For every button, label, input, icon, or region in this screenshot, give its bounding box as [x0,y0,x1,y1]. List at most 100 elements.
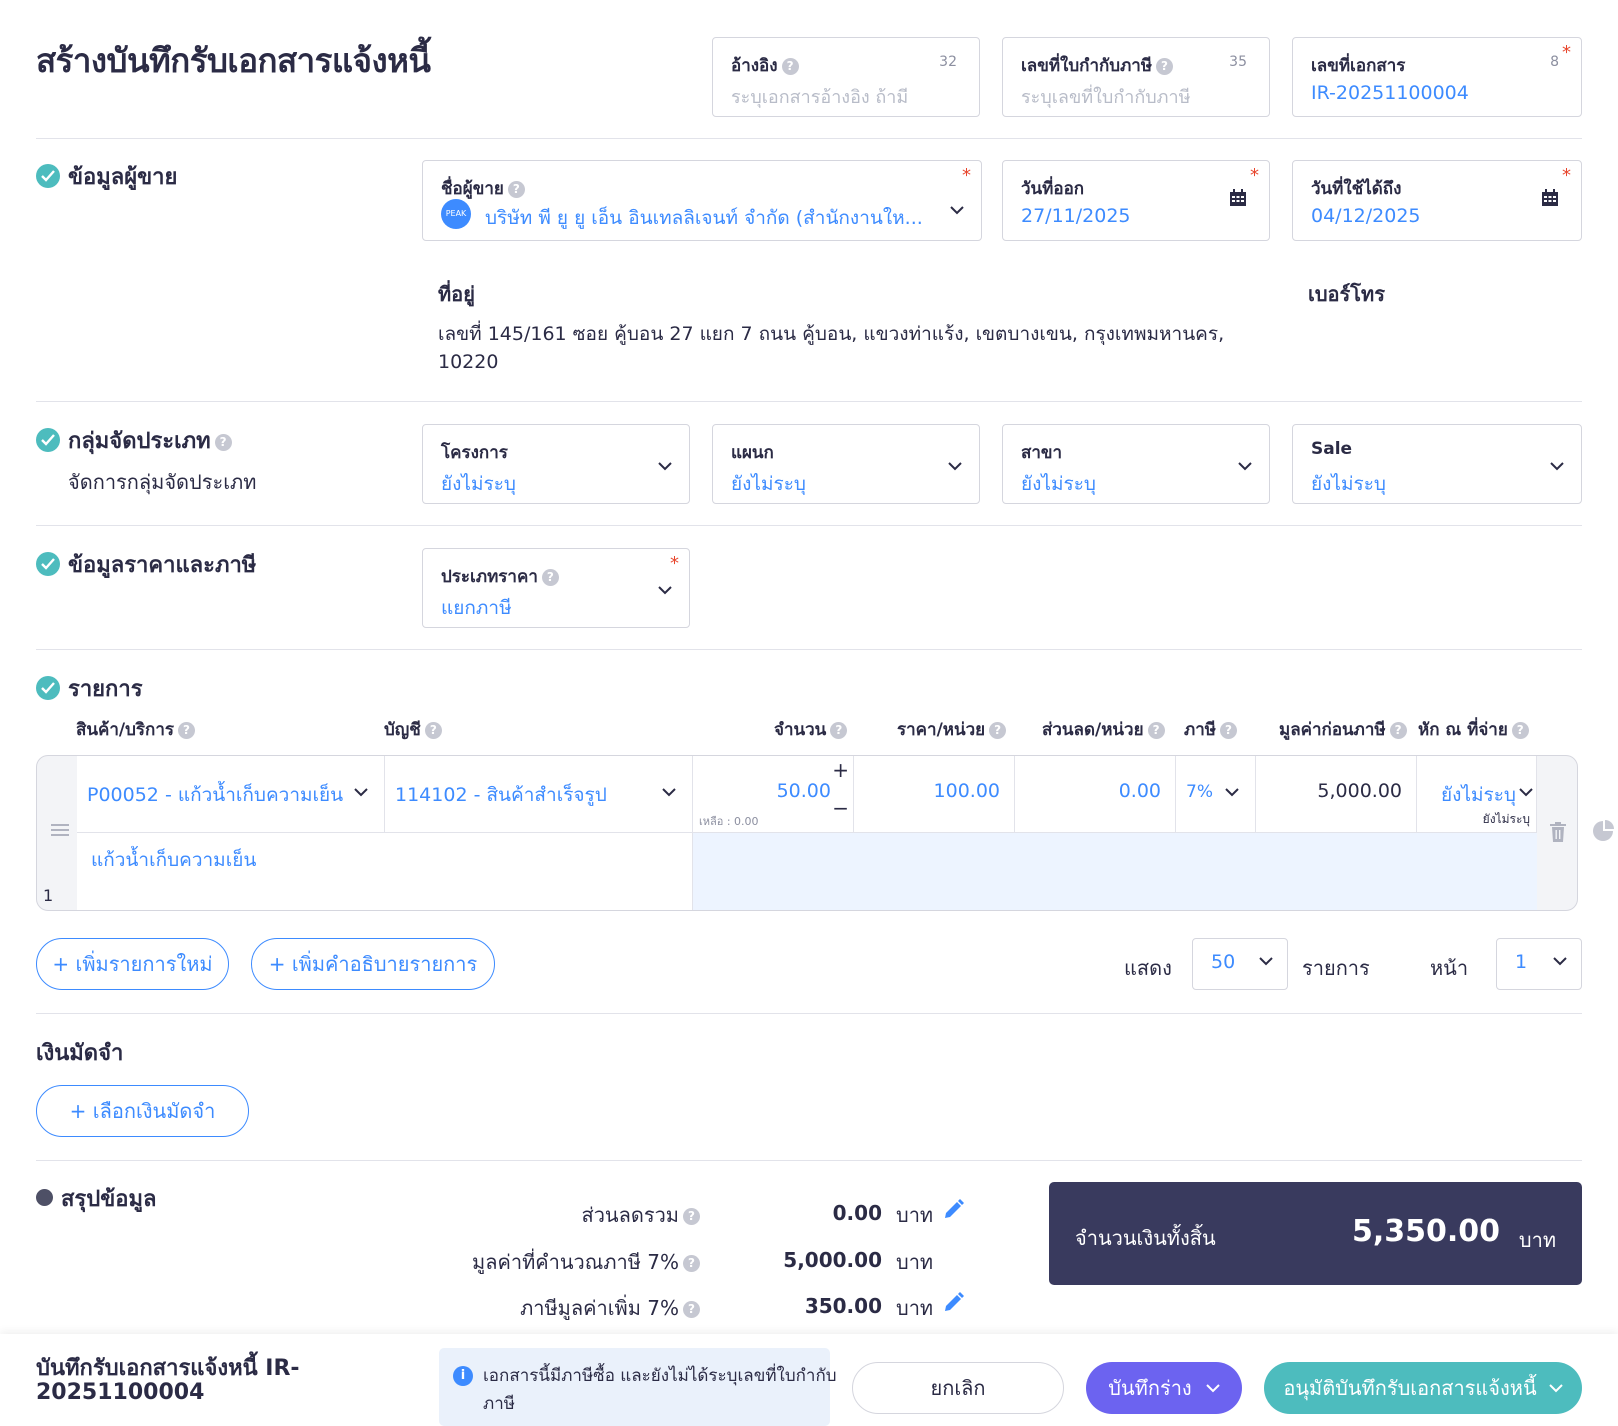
footer-bar: บันทึกรับเอกสารแจ้งหนี้ IR- 20251100004 … [0,1334,1618,1426]
help-icon[interactable]: ? [830,721,848,739]
unit-price-cell[interactable]: 100.00 [854,756,1015,833]
discount-cell[interactable]: 0.00 [1015,756,1176,833]
summary-taxable-value: 5,000.00 [783,1248,882,1272]
help-icon[interactable]: ? [1219,721,1237,739]
help-icon[interactable]: ? [1156,57,1174,75]
chevron-down-icon[interactable] [662,788,676,797]
chevron-down-icon[interactable] [1237,461,1253,471]
issue-date-field[interactable]: วันที่ออก * 27/11/2025 [1002,160,1270,241]
address-line-1: เลขที่ 145/161 ซอย คู้บอน 27 แยก 7 ถนน ค… [438,323,1225,345]
project-select[interactable]: โครงการ ยังไม่ระบุ [422,424,690,504]
calendar-icon[interactable] [1229,189,1247,207]
select-deposit-button[interactable]: + เลือกเงินมัดจำ [36,1085,249,1137]
help-icon[interactable]: ? [1147,721,1165,739]
page-label: หน้า [1430,956,1469,980]
reference-field[interactable]: อ้างอิง? 32 ระบุเอกสารอ้างอิง ถ้ามี [712,37,980,117]
edit-pencil-icon[interactable] [942,1199,964,1225]
doc-no-input[interactable]: IR-20251100004 [1311,82,1469,104]
total-label: จำนวนเงินทั้งสิ้น [1075,1226,1216,1250]
help-icon[interactable]: ? [507,180,525,198]
seller-name-value: บริษัท พี ยู ยู เอ็น อินเทลลิเจนท์ จำกัด… [485,207,923,229]
add-description-button[interactable]: + เพิ่มคำอธิบายรายการ [251,938,495,990]
required-marker: * [670,553,679,574]
help-icon[interactable]: ? [683,1255,700,1272]
due-date-input[interactable]: 04/12/2025 [1311,205,1421,227]
product-value: P00052 - แก้วน้ำเก็บความเย็น [87,784,344,806]
help-icon[interactable]: ? [214,433,232,451]
divider [36,525,1582,526]
pre-tax-cell: 5,000.00 [1256,756,1417,833]
due-date-field[interactable]: วันที่ใช้ได้ถึง * 04/12/2025 [1292,160,1582,241]
chevron-down-icon[interactable] [1553,957,1567,966]
approve-button[interactable]: อนุมัติบันทึกรับเอกสารแจ้งหนี้ [1264,1362,1582,1414]
edit-pencil-icon[interactable] [942,1292,964,1318]
department-select[interactable]: แผนก ยังไม่ระบุ [712,424,980,504]
info-icon: i [453,1366,473,1386]
pie-chart-icon[interactable] [1592,820,1614,846]
doc-no-counter: 8 [1550,54,1559,70]
help-icon[interactable]: ? [178,721,196,739]
sale-select[interactable]: Sale ยังไม่ระบุ [1292,424,1582,504]
tax-invoice-field[interactable]: เลขที่ใบกำกับภาษี? 35 ระบุเลขที่ใบกำกับภ… [1002,37,1270,117]
footer-doc-title-2: 20251100004 [36,1380,205,1405]
help-icon[interactable]: ? [424,721,442,739]
page-number-value: 1 [1515,951,1528,973]
price-type-select[interactable]: ประเภทราคา? * แยกภาษี [422,548,690,628]
summary-discount-value: 0.00 [832,1201,882,1225]
seller-name-label: ชื่อผู้ขาย [441,179,504,199]
help-icon[interactable]: ? [541,568,559,586]
divider [36,649,1582,650]
chevron-down-icon [1205,1383,1220,1392]
page-number-select[interactable]: 1 [1496,938,1582,990]
tax-cell[interactable]: 7% [1176,756,1256,833]
save-draft-button[interactable]: บันทึกร่าง [1086,1362,1242,1414]
help-icon[interactable]: ? [1511,721,1529,739]
reference-input[interactable]: ระบุเอกสารอ้างอิง ถ้ามี [731,82,908,111]
divider [36,1013,1582,1014]
page-size-value: 50 [1211,951,1236,973]
column-header-product: สินค้า/บริการ? [76,716,196,743]
chevron-down-icon[interactable] [354,788,368,797]
chevron-down-icon[interactable] [1549,461,1565,471]
help-icon[interactable]: ? [683,1208,700,1225]
chevron-down-icon[interactable] [947,461,963,471]
summary-taxable-label: มูลค่าที่คำนวณภาษี 7%? [472,1246,700,1278]
help-icon[interactable]: ? [683,1301,700,1318]
doc-no-field[interactable]: เลขที่เอกสาร 8 * IR-20251100004 [1292,37,1582,117]
qty-cell[interactable]: 50.00 + − เหลือ : 0.00 [693,756,854,833]
help-icon[interactable]: ? [781,57,799,75]
add-item-button[interactable]: + เพิ่มรายการใหม่ [36,938,229,990]
seller-avatar: PEAK [441,199,471,229]
help-icon[interactable]: ? [989,721,1007,739]
chevron-down-icon[interactable] [949,205,965,215]
seller-name-select[interactable]: ชื่อผู้ขาย? * PEAK บริษัท พี ยู ยู เอ็น … [422,160,982,241]
drag-handle-icon[interactable] [51,822,69,841]
calendar-icon[interactable] [1541,189,1559,207]
issue-date-input[interactable]: 27/11/2025 [1021,205,1131,227]
decrement-icon[interactable]: − [832,796,849,820]
chevron-down-icon[interactable] [1519,788,1533,797]
description-cell[interactable]: แก้วน้ำเก็บความเย็น [77,833,693,910]
chevron-down-icon[interactable] [657,461,673,471]
page-size-select[interactable]: 50 [1192,938,1288,990]
tax-invoice-input[interactable]: ระบุเลขที่ใบกำกับภาษี [1021,82,1191,111]
manage-category-link[interactable]: จัดการกลุ่มจัดประเภท [68,466,256,498]
chevron-down-icon[interactable] [657,585,673,595]
account-cell[interactable]: 114102 - สินค้าสำเร็จรูป [385,756,693,833]
notice-line-1: เอกสารนี้มีภาษีซื้อ และยังไม่ได้ระบุเลขท… [483,1366,837,1386]
column-header-discount: ส่วนลด/หน่วย? [1042,716,1165,743]
chevron-down-icon[interactable] [1259,957,1273,966]
address-line-2: 10220 [438,351,499,373]
branch-label: สาขา [1021,443,1063,463]
wht-value: ยังไม่ระบุ [1441,784,1516,806]
help-icon[interactable]: ? [1389,721,1407,739]
sale-value: ยังไม่ระบุ [1311,473,1386,495]
trash-icon[interactable] [1549,822,1567,846]
chevron-down-icon[interactable] [1225,788,1239,797]
wht-sub-value: ยังไม่ระบุ [1482,812,1530,826]
wht-cell[interactable]: ยังไม่ระบุ ยังไม่ระบุ [1417,756,1537,833]
increment-icon[interactable]: + [832,758,849,782]
cancel-button[interactable]: ยกเลิก [852,1362,1064,1414]
product-cell[interactable]: P00052 - แก้วน้ำเก็บความเย็น [77,756,385,833]
branch-select[interactable]: สาขา ยังไม่ระบุ [1002,424,1270,504]
